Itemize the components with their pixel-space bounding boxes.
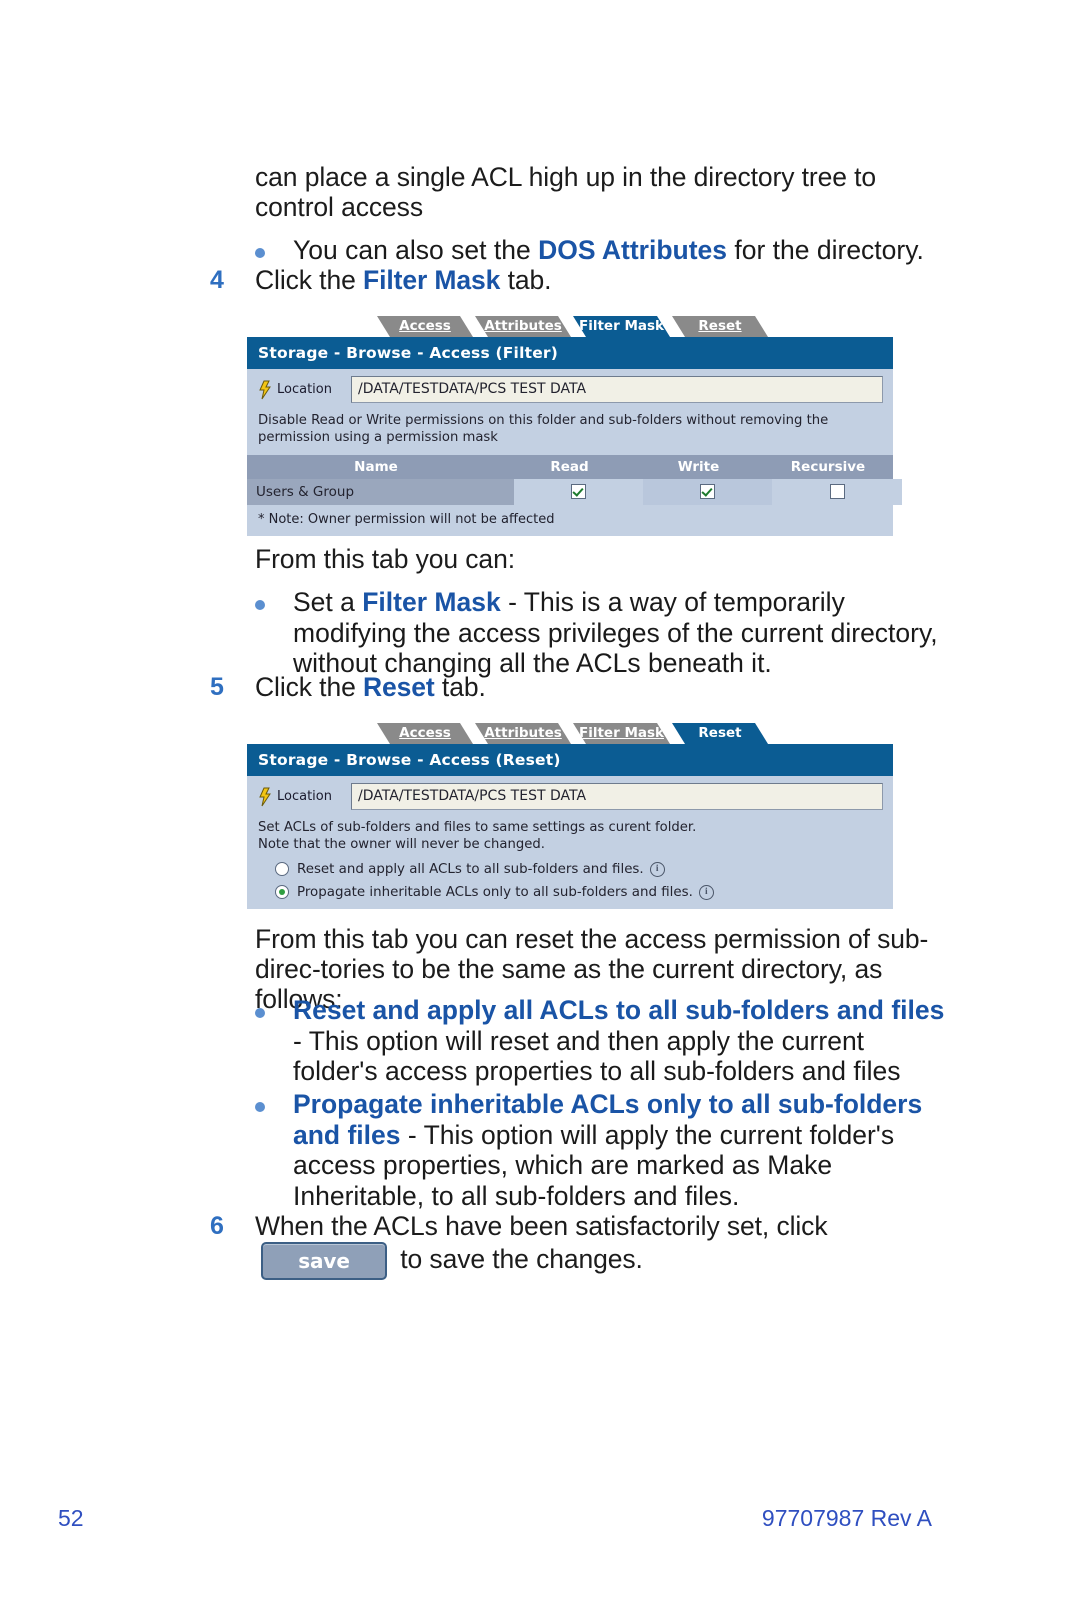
- page-footer: 52 97707987 Rev A: [0, 1505, 1080, 1545]
- filter-location-row: Location /DATA/TESTDATA/PCS TEST DATA: [247, 369, 893, 410]
- row-recursive-cell: [772, 478, 902, 505]
- step-6-prefix: When the ACLs have been satisfactorily s…: [255, 1211, 828, 1241]
- step-4: 4 Click the Filter Mask tab.: [210, 265, 950, 296]
- step-5: 5 Click the Reset tab.: [210, 672, 950, 703]
- bullet-reset-apply: Reset and apply all ACLs to all sub-fold…: [255, 988, 955, 1087]
- step-4-bold: Filter Mask: [362, 265, 501, 295]
- bullet-filter-mask: Set a Filter Mask - This is a way of tem…: [255, 580, 955, 679]
- header-recursive: Recursive: [790, 458, 866, 475]
- step-6-number: 6: [210, 1212, 224, 1240]
- footer-document-id: 97707987 Rev A: [761, 1505, 932, 1531]
- tab-access[interactable]: Access: [377, 723, 473, 744]
- filter-panel-body: Location /DATA/TESTDATA/PCS TEST DATA Di…: [247, 369, 902, 536]
- tab-filter-mask[interactable]: Filter Mask: [573, 316, 670, 337]
- step-4-number: 4: [210, 266, 224, 294]
- bullet-dos-attributes: You can also set the DOS Attributes for …: [255, 228, 955, 266]
- reset-location-label: Location: [277, 789, 332, 804]
- read-checkbox[interactable]: [571, 484, 586, 500]
- intro-paragraph: can place a single ACL high up in the di…: [255, 162, 955, 223]
- tab-attributes[interactable]: Attributes: [475, 723, 571, 744]
- bullet-propagate: Propagate inheritable ACLs only to all s…: [255, 1082, 955, 1212]
- footer-page-number: 52: [58, 1505, 84, 1531]
- header-write: Write: [677, 458, 720, 475]
- row-read-cell: [514, 478, 643, 505]
- header-read: Read: [550, 458, 589, 475]
- bullet-dot-icon: [255, 248, 265, 258]
- tab-attributes[interactable]: Attributes: [475, 316, 571, 337]
- bullet-dos-text: You can also set the DOS Attributes for …: [293, 235, 955, 266]
- bullet-filter-text: Set a Filter Mask - This is a way of tem…: [293, 587, 955, 679]
- bullet-reset-body: - This option will reset and then apply …: [293, 1025, 901, 1087]
- radio-reset-apply-label: Reset and apply all ACLs to all sub-fold…: [297, 861, 644, 877]
- filter-location-label: Location: [277, 382, 332, 397]
- folder-location-icon: [257, 787, 275, 807]
- header-name: Name: [354, 458, 398, 475]
- tab-filter-mask[interactable]: Filter Mask: [573, 723, 670, 744]
- save-button[interactable]: save: [261, 1241, 387, 1280]
- info-icon[interactable]: i: [698, 884, 714, 900]
- bullet-dos-bold: DOS Attributes: [538, 235, 728, 265]
- filter-location-input[interactable]: /DATA/TESTDATA/PCS TEST DATA: [351, 376, 883, 403]
- step-4-text: Click the Filter Mask tab.: [255, 265, 552, 296]
- bullet-filter-prefix: Set a: [293, 587, 363, 617]
- tab-access[interactable]: Access: [377, 316, 473, 337]
- filter-panel-note: Disable Read or Write permissions on thi…: [258, 413, 829, 445]
- reset-note-line-1: Set ACLs of sub-folders and files to sam…: [258, 820, 697, 835]
- filter-mask-screenshot: Access Attributes Filter Mask Reset Stor…: [247, 313, 902, 536]
- write-checkbox[interactable]: [700, 484, 715, 500]
- bullet-dot-icon: [255, 1102, 265, 1112]
- reset-panel-body: Location /DATA/TESTDATA/PCS TEST DATA Se…: [247, 776, 893, 909]
- bullet-filter-bold: Filter Mask: [362, 587, 501, 617]
- reset-option-propagate[interactable]: Propagate inheritable ACLs only to all s…: [247, 880, 893, 909]
- step-6: 6 When the ACLs have been satisfactorily…: [210, 1211, 970, 1280]
- reset-panel-title: Storage - Browse - Access (Reset): [247, 744, 893, 776]
- step-5-number: 5: [210, 673, 224, 701]
- reset-screenshot: Access Attributes Filter Mask Reset Stor…: [247, 720, 893, 909]
- step-6-suffix: to save the changes.: [393, 1243, 643, 1274]
- step-4-prefix: Click the: [255, 265, 363, 295]
- bullet-propagate-text: Propagate inheritable ACLs only to all s…: [293, 1089, 955, 1212]
- radio-reset-apply[interactable]: [275, 862, 289, 877]
- step-5-text: Click the Reset tab.: [255, 672, 486, 703]
- recursive-checkbox[interactable]: [829, 484, 845, 500]
- tab-reset[interactable]: Reset: [672, 723, 768, 744]
- document-page: can place a single ACL high up in the di…: [0, 0, 1080, 1619]
- bullet-dos-prefix: You can also set the: [293, 235, 539, 265]
- filter-panel-footnote: * Note: Owner permission will not be aff…: [247, 504, 893, 536]
- table-row: Users & Group: [247, 478, 902, 505]
- step-6-text: When the ACLs have been satisfactorily s…: [255, 1211, 970, 1280]
- row-write-cell: [643, 478, 772, 505]
- bullet-dot-icon: [255, 600, 265, 610]
- reset-location-row: Location /DATA/TESTDATA/PCS TEST DATA: [247, 776, 893, 817]
- tab-reset[interactable]: Reset: [672, 316, 768, 337]
- radio-propagate[interactable]: [275, 885, 289, 900]
- info-icon[interactable]: i: [649, 861, 665, 877]
- row-name: Users & Group: [247, 478, 514, 505]
- reset-option-reset-apply[interactable]: Reset and apply all ACLs to all sub-fold…: [247, 857, 893, 881]
- folder-location-icon: [257, 380, 275, 400]
- step-4-suffix: tab.: [500, 265, 552, 295]
- from-this-tab-line: From this tab you can:: [255, 544, 515, 574]
- reset-location-input[interactable]: /DATA/TESTDATA/PCS TEST DATA: [351, 783, 883, 810]
- step-5-bold: Reset: [362, 672, 435, 702]
- radio-propagate-label: Propagate inheritable ACLs only to all s…: [297, 884, 693, 900]
- reset-note-line-2: Note that the owner will never be change…: [258, 836, 545, 852]
- filter-panel-title: Storage - Browse - Access (Filter): [247, 337, 893, 369]
- reset-panel-note: Set ACLs of sub-folders and files to sam…: [247, 817, 893, 858]
- bullet-reset-text: Reset and apply all ACLs to all sub-fold…: [293, 995, 955, 1087]
- bullet-dot-icon: [255, 1008, 265, 1018]
- bullet-reset-bold: Reset and apply all ACLs to all sub-fold…: [293, 995, 945, 1025]
- bullet-dos-suffix: for the directory.: [727, 235, 924, 265]
- reset-tabstrip: Access Attributes Filter Mask Reset: [247, 720, 893, 744]
- intro-line-2: control access: [255, 191, 423, 222]
- filter-mask-tabstrip: Access Attributes Filter Mask Reset: [247, 313, 893, 337]
- intro-line-1: can place a single ACL high up in the di…: [255, 162, 877, 192]
- step-5-prefix: Click the: [255, 672, 363, 702]
- step-5-suffix: tab.: [434, 672, 486, 702]
- permission-table-header: Name Read Write Recursive: [247, 454, 893, 479]
